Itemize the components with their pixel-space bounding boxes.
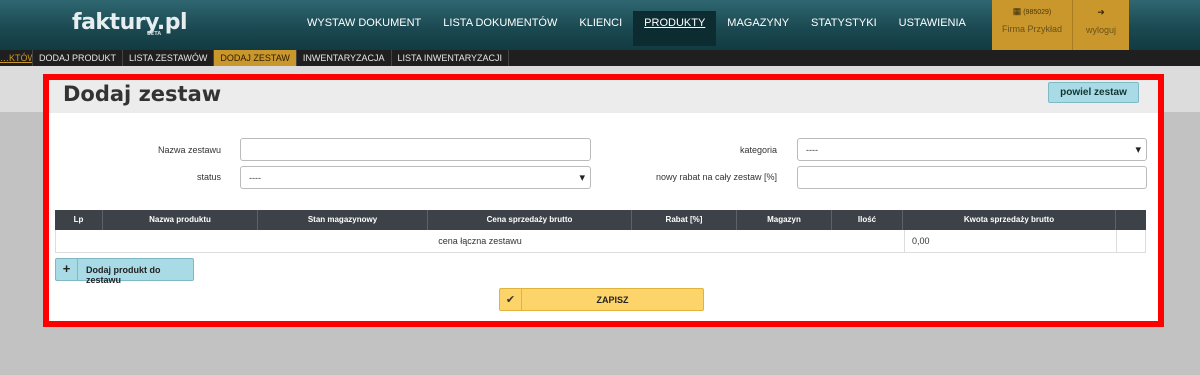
save-label: ZAPISZ: [596, 295, 629, 305]
add-product-label: Dodaj produkt do zestawu: [86, 265, 161, 285]
column-header-gross-price[interactable]: Cena sprzedaży brutto: [428, 210, 632, 230]
column-header-actions: [1116, 210, 1146, 230]
save-button[interactable]: ✔ ZAPISZ: [499, 288, 704, 311]
set-name-input[interactable]: [240, 138, 591, 161]
sub-navigation-bar: …KTÓW DODAJ PRODUKT LISTA ZESTAWÓW DODAJ…: [0, 50, 1200, 66]
beta-badge: BETA: [147, 31, 162, 37]
column-header-product-name[interactable]: Nazwa produktu: [103, 210, 258, 230]
nav-item-produkty[interactable]: PRODUKTY: [633, 11, 717, 46]
total-value: 0,00: [912, 236, 930, 246]
subnav-item-lista-zestawow[interactable]: LISTA ZESTAWÓW: [123, 50, 215, 66]
app-logo[interactable]: faktury.pl: [72, 10, 188, 35]
column-header-quantity[interactable]: Ilość: [832, 210, 903, 230]
company-name: Firma Przykład: [1001, 24, 1062, 34]
subnav-item-inwentaryzacja[interactable]: INWENTARYZACJA: [297, 50, 392, 66]
products-table-header: Lp Nazwa produktu Stan magazynowy Cena s…: [55, 210, 1146, 230]
building-icon: ▦: [1012, 6, 1022, 16]
set-name-label: Nazwa zestawu: [157, 145, 221, 155]
logout-button[interactable]: ➜ wyloguj: [1073, 0, 1129, 50]
column-header-lp[interactable]: Lp: [55, 210, 103, 230]
company-id-line: ▦ (985029): [992, 6, 1072, 17]
status-label: status: [196, 172, 221, 182]
nav-item-lista-dokumentow[interactable]: LISTA DOKUMENTÓW: [432, 11, 568, 37]
page-title: Dodaj zestaw: [63, 82, 222, 106]
panel-header: Dodaj zestaw powiel zestaw: [49, 80, 1158, 113]
add-set-panel: Dodaj zestaw powiel zestaw Nazwa zestawu…: [43, 74, 1164, 327]
company-id: (985029): [1023, 9, 1052, 16]
nav-item-klienci[interactable]: KLIENCI: [568, 11, 633, 37]
column-header-stock[interactable]: Stan magazynowy: [258, 210, 428, 230]
subnav-item-truncated[interactable]: …KTÓW: [0, 50, 33, 66]
category-select[interactable]: ----: [797, 138, 1147, 161]
status-select[interactable]: ----: [240, 166, 591, 189]
subnav-item-dodaj-produkt[interactable]: DODAJ PRODUKT: [33, 50, 124, 66]
repeat-set-button[interactable]: powiel zestaw: [1048, 82, 1139, 103]
column-header-discount[interactable]: Rabat [%]: [632, 210, 737, 230]
set-discount-input[interactable]: [797, 166, 1147, 189]
column-header-gross-amount[interactable]: Kwota sprzedaży brutto: [903, 210, 1116, 230]
add-product-to-set-button[interactable]: + Dodaj produkt do zestawu: [55, 258, 194, 285]
total-divider-end: [1116, 230, 1117, 252]
nav-item-statystyki[interactable]: STATYSTYKI: [800, 11, 888, 37]
nav-item-wystaw-dokument[interactable]: WYSTAW DOKUMENT: [296, 11, 432, 37]
table-total-row: cena łączna zestawu 0,00: [55, 230, 1146, 253]
total-divider: [904, 230, 905, 252]
main-nav: WYSTAW DOKUMENT LISTA DOKUMENTÓW KLIENCI…: [296, 11, 977, 50]
logout-icon: ➜: [1097, 7, 1105, 17]
nav-item-magazyny[interactable]: MAGAZYNY: [716, 11, 800, 37]
subnav-item-lista-inwentaryzacji[interactable]: LISTA INWENTARYZACJI: [392, 50, 510, 66]
nav-item-ustawienia[interactable]: USTAWIENIA: [888, 11, 977, 37]
plus-icon: +: [56, 259, 78, 280]
set-discount-label: nowy rabat na cały zestaw [%]: [655, 172, 777, 182]
category-label: kategoria: [739, 145, 777, 155]
checkmark-icon: ✔: [500, 289, 522, 310]
total-label: cena łączna zestawu: [438, 236, 522, 246]
company-account-box[interactable]: ▦ (985029) Firma Przykład: [992, 0, 1073, 50]
top-navigation-bar: faktury.pl BETA WYSTAW DOKUMENT LISTA DO…: [0, 0, 1200, 50]
subnav-item-dodaj-zestaw[interactable]: DODAJ ZESTAW: [214, 50, 297, 66]
column-header-warehouse[interactable]: Magazyn: [737, 210, 832, 230]
logout-label: wyloguj: [1085, 25, 1116, 35]
